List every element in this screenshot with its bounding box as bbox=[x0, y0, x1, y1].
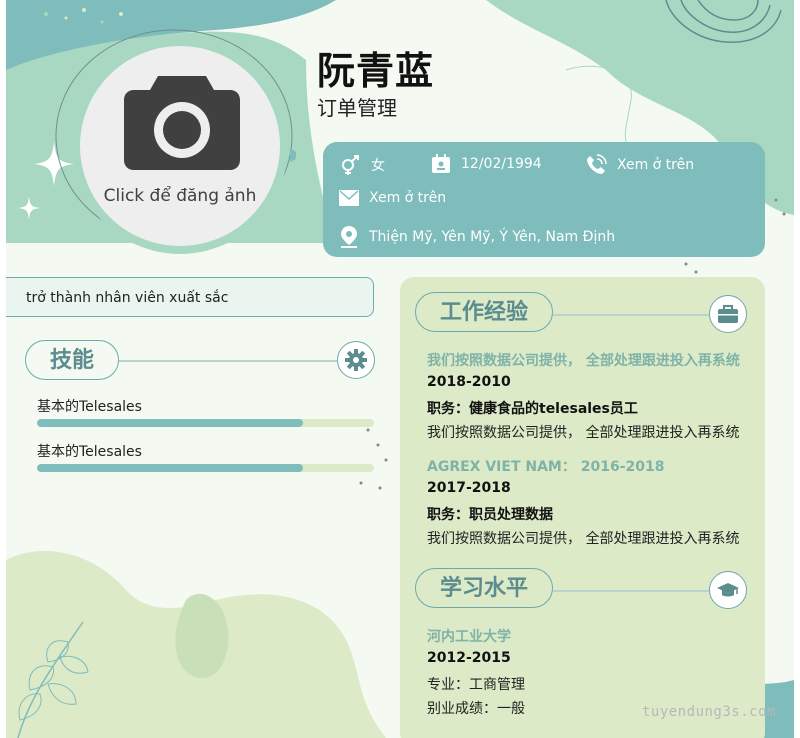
watermark: tuyendung3s.com bbox=[642, 704, 776, 720]
skills-heading: 技能 bbox=[25, 340, 119, 380]
education-period: 2012-2015 bbox=[427, 650, 511, 666]
cv-page: Click để đăng ảnh 阮青蓝 订单管理 女 12/02/1994 bbox=[6, 0, 794, 738]
experience-heading: 工作经验 bbox=[415, 292, 553, 332]
avatar-photo-upload[interactable]: Click để đăng ảnh bbox=[72, 38, 288, 254]
birthday-item: 12/02/1994 bbox=[431, 154, 542, 174]
address-item: Thiện Mỹ, Yên Mỹ, Ý Yên, Nam Định bbox=[339, 226, 615, 248]
photo-upload-label: Click để đăng ảnh bbox=[103, 186, 257, 206]
experience-description: 我们按照数据公司提供， 全部处理跟进投入再系统 bbox=[427, 425, 740, 441]
experience-company: AGREX VIET NAM： 2016-2018 bbox=[427, 459, 665, 475]
education-school: 河内工业大学 bbox=[427, 629, 511, 645]
education-heading: 学习水平 bbox=[415, 568, 553, 608]
experience-period: 2017-2018 bbox=[427, 480, 511, 496]
gear-icon bbox=[345, 349, 367, 371]
skill-bar-fill bbox=[37, 464, 304, 472]
gender-item: 女 bbox=[339, 154, 385, 176]
briefcase-icon bbox=[718, 305, 738, 323]
phone-icon bbox=[587, 154, 607, 174]
phone-item: Xem ở trên bbox=[585, 154, 694, 176]
email-item: Xem ở trên bbox=[339, 190, 446, 206]
experience-description: 我们按照数据公司提供， 全部处理跟进投入再系统 bbox=[427, 531, 740, 547]
address-value: Thiện Mỹ, Yên Mỹ, Ý Yên, Nam Định bbox=[369, 229, 616, 245]
experience-role: 职务：职员处理数据 bbox=[427, 507, 553, 523]
education-icon-badge bbox=[709, 571, 747, 609]
candidate-position: 订单管理 bbox=[317, 96, 397, 120]
email-value: Xem ở trên bbox=[369, 190, 447, 206]
education-major: 专业：工商管理 bbox=[427, 677, 525, 693]
experience-role: 职务：健康食品的telesales员工 bbox=[427, 401, 638, 417]
skill-name: 基本的Telesales bbox=[37, 399, 142, 415]
graduation-cap-icon bbox=[717, 583, 739, 597]
gender-value: 女 bbox=[371, 158, 385, 174]
phone-value: Xem ở trên bbox=[617, 157, 695, 173]
experience-period: 2018-2010 bbox=[427, 374, 511, 390]
skills-icon-badge bbox=[337, 341, 375, 379]
contact-info-panel: 女 12/02/1994 Xem ở trên Xem ở trên Thiện… bbox=[323, 142, 765, 257]
skill-name: 基本的Telesales bbox=[37, 444, 142, 460]
birthday-value: 12/02/1994 bbox=[461, 156, 542, 172]
experience-company: 我们按照数据公司提供， 全部处理跟进投入再系统 bbox=[427, 353, 740, 369]
skill-bar bbox=[37, 464, 374, 472]
skill-bar bbox=[37, 419, 374, 427]
gender-icon bbox=[342, 155, 359, 175]
mail-icon bbox=[339, 190, 359, 206]
career-objective: trở thành nhân viên xuất sắc bbox=[6, 277, 374, 317]
skill-bar-fill bbox=[37, 419, 304, 427]
education-grade: 别业成绩：一般 bbox=[427, 701, 525, 717]
education-divider bbox=[553, 590, 709, 592]
calendar-icon bbox=[432, 154, 450, 173]
sparkle-icon bbox=[18, 196, 40, 220]
experience-divider bbox=[553, 314, 709, 316]
leaf-icon bbox=[17, 621, 89, 738]
camera-icon bbox=[124, 76, 240, 170]
skills-divider bbox=[119, 360, 337, 362]
experience-icon-badge bbox=[709, 295, 747, 333]
location-icon bbox=[341, 226, 357, 248]
candidate-name: 阮青蓝 bbox=[317, 49, 435, 93]
